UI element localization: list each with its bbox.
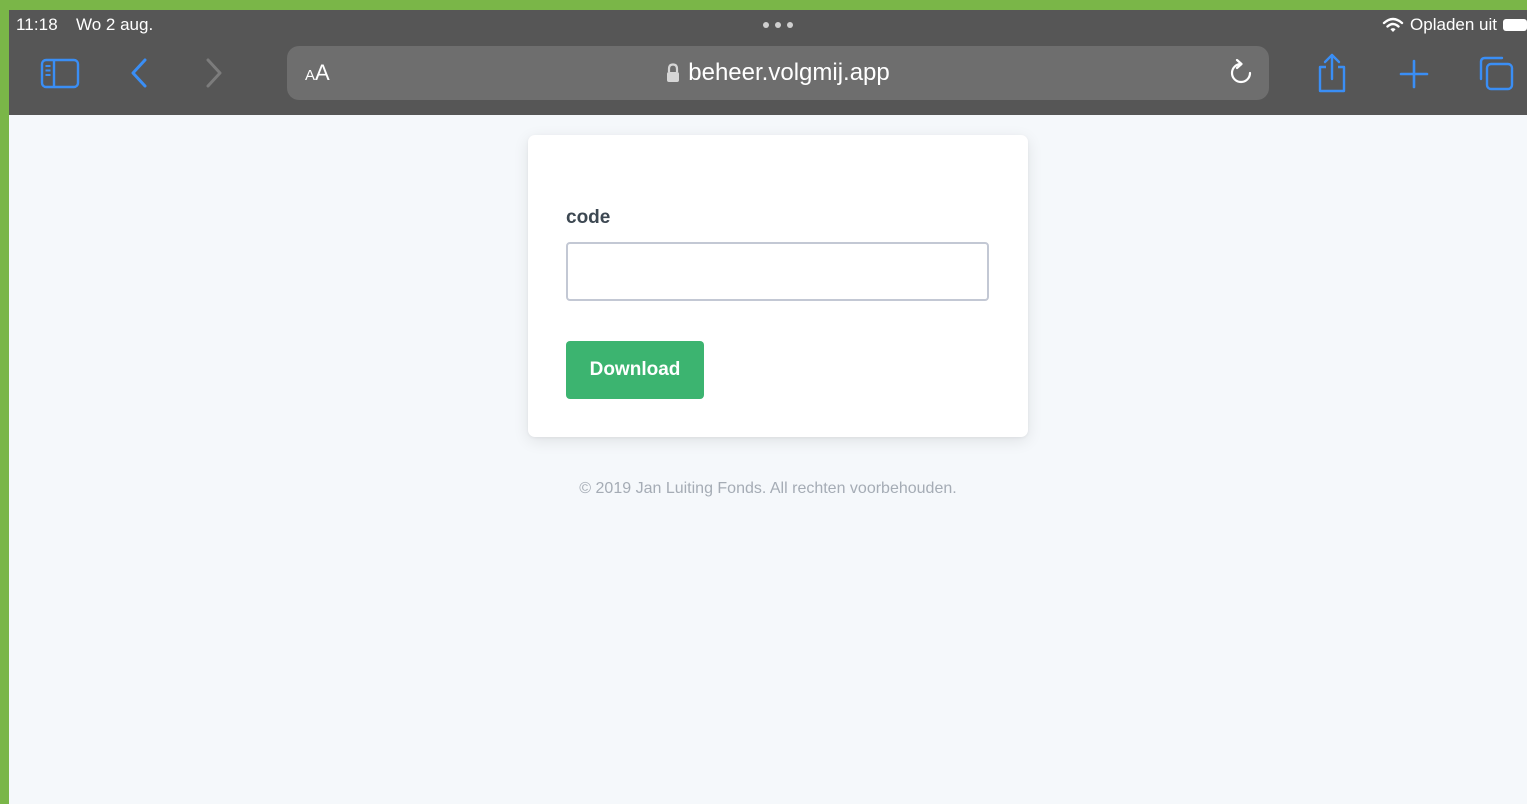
code-label: code <box>566 207 611 228</box>
charging-status: Opladen uit <box>1410 15 1497 34</box>
lock-icon <box>667 63 680 82</box>
more-dots-icon[interactable] <box>761 21 795 29</box>
plus-icon[interactable] <box>1398 58 1430 90</box>
url-text: beheer.volgmij.app <box>688 59 890 86</box>
wifi-icon <box>1382 17 1404 32</box>
tabs-icon[interactable] <box>1478 55 1516 93</box>
code-input[interactable] <box>566 242 989 301</box>
sidebar-icon[interactable] <box>40 58 80 90</box>
reload-icon[interactable] <box>1228 59 1254 87</box>
status-time: 11:18 <box>16 15 58 34</box>
download-card: code Download <box>528 135 1028 437</box>
chevron-left-icon[interactable] <box>128 57 150 89</box>
download-button[interactable]: Download <box>566 341 704 399</box>
browser-toolbar: 11:18 Wo 2 aug. Opladen uit AA beheer.vo… <box>9 10 1527 115</box>
screen: 11:18 Wo 2 aug. Opladen uit AA beheer.vo… <box>9 10 1527 804</box>
share-icon[interactable] <box>1315 52 1349 94</box>
url-display[interactable]: beheer.volgmij.app <box>287 59 1269 87</box>
status-indicators: Opladen uit <box>1382 14 1527 36</box>
address-bar[interactable]: AA beheer.volgmij.app <box>287 46 1269 100</box>
battery-icon <box>1503 19 1527 31</box>
status-date: Wo 2 aug. <box>76 15 154 34</box>
chevron-right-icon[interactable] <box>203 57 225 89</box>
footer-copyright: © 2019 Jan Luiting Fonds. All rechten vo… <box>579 480 957 497</box>
